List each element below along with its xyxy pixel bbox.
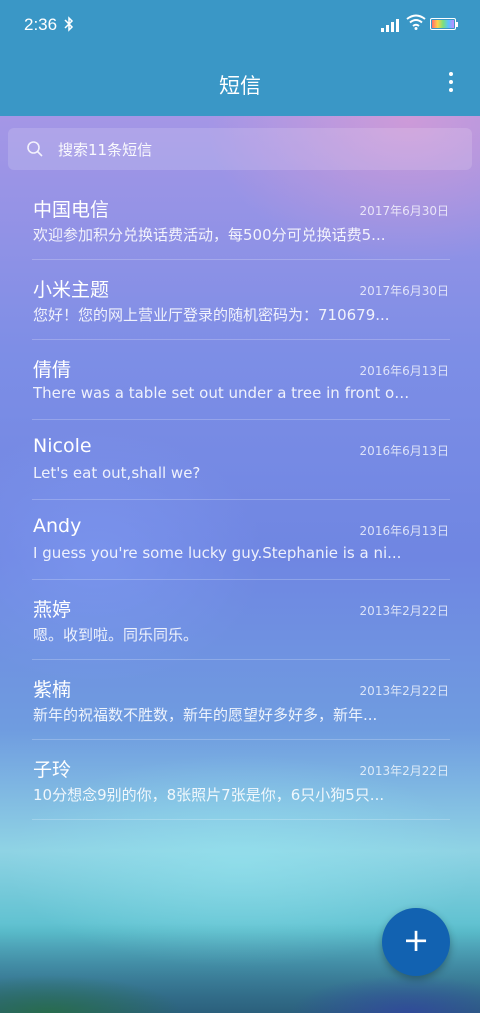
status-time: 2:36 <box>24 15 58 34</box>
contact-name: Nicole <box>33 435 92 457</box>
message-preview: 新年的祝福数不胜数，新年的愿望好多好多，新年... <box>33 706 378 724</box>
contact-name: 倩倩 <box>33 359 72 381</box>
message-date: 2013年2月22日 <box>359 604 449 618</box>
contact-name: 小米主题 <box>33 279 110 301</box>
signal-icon <box>381 18 401 32</box>
message-preview: 10分想念9别的你，8张照片7张是你，6只小狗5只... <box>33 786 385 804</box>
message-date: 2016年6月13日 <box>359 524 449 538</box>
conversation-item[interactable]: 中国电信 2017年6月30日 欢迎参加积分兑换话费活动，每500分可兑换话费5… <box>0 180 480 260</box>
status-bar: 2:36 <box>0 0 480 52</box>
conversation-item[interactable]: 小米主题 2017年6月30日 您好！您的网上营业厅登录的随机密码为：71067… <box>0 260 480 340</box>
plus-icon: + <box>402 921 430 959</box>
more-options-icon[interactable] <box>448 72 454 94</box>
conversation-item[interactable]: 燕婷 2013年2月22日 嗯。收到啦。同乐同乐。 <box>0 580 480 660</box>
message-preview: 欢迎参加积分兑换话费活动，每500分可兑换话费5... <box>33 226 386 244</box>
message-preview: I guess you're some lucky guy.Stephanie … <box>33 544 402 562</box>
page-title: 短信 <box>219 74 261 98</box>
conversation-item[interactable]: 紫楠 2013年2月22日 新年的祝福数不胜数，新年的愿望好多好多，新年... <box>0 660 480 740</box>
contact-name: 子玲 <box>33 759 72 781</box>
battery-icon <box>430 18 456 30</box>
wifi-icon <box>406 14 426 34</box>
bluetooth-icon <box>64 16 74 36</box>
conversation-list: 中国电信 2017年6月30日 欢迎参加积分兑换话费活动，每500分可兑换话费5… <box>0 180 480 820</box>
battery-tip <box>456 22 458 27</box>
contact-name: 紫楠 <box>33 679 72 701</box>
message-date: 2016年6月13日 <box>359 364 449 378</box>
conversation-item[interactable]: Andy 2016年6月13日 I guess you're some luck… <box>0 500 480 580</box>
app-bar: 短信 <box>0 52 480 116</box>
message-preview: Let's eat out,shall we? <box>33 464 201 482</box>
contact-name: 燕婷 <box>33 599 72 621</box>
conversation-item[interactable]: Nicole 2016年6月13日 Let's eat out,shall we… <box>0 420 480 500</box>
search-input[interactable]: 搜索11条短信 <box>8 128 472 170</box>
conversation-item[interactable]: 倩倩 2016年6月13日 There was a table set out … <box>0 340 480 420</box>
search-placeholder: 搜索11条短信 <box>58 141 153 159</box>
new-message-button[interactable]: + <box>382 908 450 976</box>
message-preview: 您好！您的网上营业厅登录的随机密码为：710679... <box>33 306 390 324</box>
message-preview: 嗯。收到啦。同乐同乐。 <box>33 626 199 644</box>
contact-name: 中国电信 <box>33 199 110 221</box>
conversation-item[interactable]: 子玲 2013年2月22日 10分想念9别的你，8张照片7张是你，6只小狗5只.… <box>0 740 480 820</box>
message-date: 2013年2月22日 <box>359 684 449 698</box>
search-icon <box>26 140 44 158</box>
message-date: 2017年6月30日 <box>359 204 449 218</box>
message-date: 2017年6月30日 <box>359 284 449 298</box>
message-date: 2013年2月22日 <box>359 764 449 778</box>
message-date: 2016年6月13日 <box>359 444 449 458</box>
contact-name: Andy <box>33 515 82 537</box>
message-preview: There was a table set out under a tree i… <box>33 384 413 402</box>
